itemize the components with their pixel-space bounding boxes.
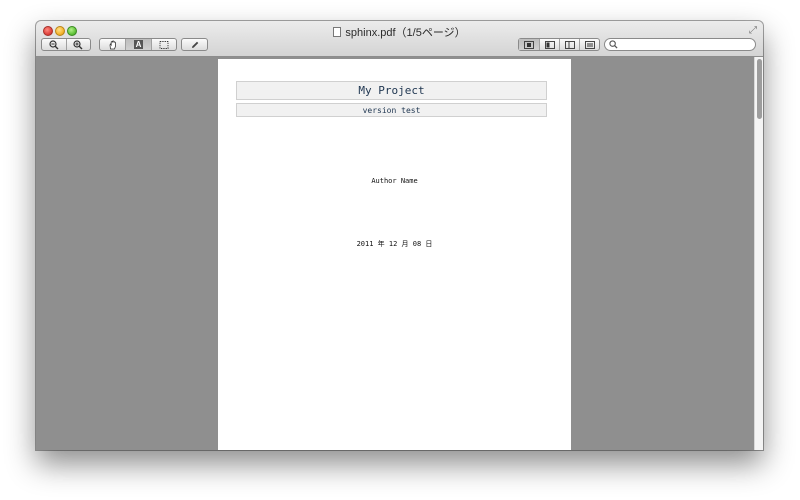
- sidebar-split-view-button[interactable]: [559, 39, 579, 50]
- zoom-control: [41, 38, 91, 51]
- text-select-tool-button[interactable]: A: [125, 39, 151, 50]
- single-page-view-icon: [524, 40, 534, 49]
- fullscreen-icon[interactable]: ⤢: [749, 25, 757, 36]
- document-version: version test: [236, 103, 547, 117]
- single-page-view-button[interactable]: [519, 39, 539, 50]
- zoom-in-button[interactable]: [65, 39, 90, 50]
- document-viewer[interactable]: My Project version test Author Name 2011…: [36, 57, 763, 450]
- search-input[interactable]: [619, 39, 751, 50]
- sidebar-left-view-button[interactable]: [539, 39, 559, 50]
- pdf-page: My Project version test Author Name 2011…: [218, 59, 571, 450]
- zoom-out-icon: [49, 39, 59, 49]
- view-mode-selector: [518, 38, 600, 51]
- tool-selector: A: [99, 38, 177, 51]
- rect-select-tool-button[interactable]: [150, 39, 176, 50]
- annotate-control: [181, 38, 208, 51]
- pan-tool-button[interactable]: [100, 39, 125, 50]
- text-select-label: A: [133, 40, 144, 49]
- vertical-scrollbar[interactable]: [754, 57, 763, 450]
- zoom-out-button[interactable]: [42, 39, 66, 50]
- title-bar: sphinx.pdf（1/5ページ） ⤢ A: [36, 21, 763, 57]
- document-date: 2011 年 12 月 08 日: [356, 240, 433, 248]
- scrollbar-thumb[interactable]: [757, 59, 762, 119]
- annotate-button[interactable]: [182, 39, 207, 50]
- hand-icon: [109, 40, 116, 49]
- pencil-icon: [191, 41, 198, 48]
- window-title: sphinx.pdf（1/5ページ）: [345, 27, 466, 39]
- sidebar-split-view-icon: [564, 40, 575, 49]
- zoom-in-icon: [73, 39, 83, 49]
- continuous-view-button[interactable]: [579, 39, 599, 50]
- search-icon: [609, 40, 618, 49]
- search-field[interactable]: [604, 38, 756, 51]
- document-author: Author Name: [371, 177, 418, 185]
- marquee-select-icon: [159, 40, 169, 49]
- preview-window: sphinx.pdf（1/5ページ） ⤢ A My Project versio…: [36, 21, 763, 450]
- sidebar-left-view-icon: [544, 40, 555, 49]
- pdf-document-icon: [333, 27, 342, 37]
- document-title: My Project: [236, 81, 547, 100]
- continuous-view-icon: [584, 40, 595, 49]
